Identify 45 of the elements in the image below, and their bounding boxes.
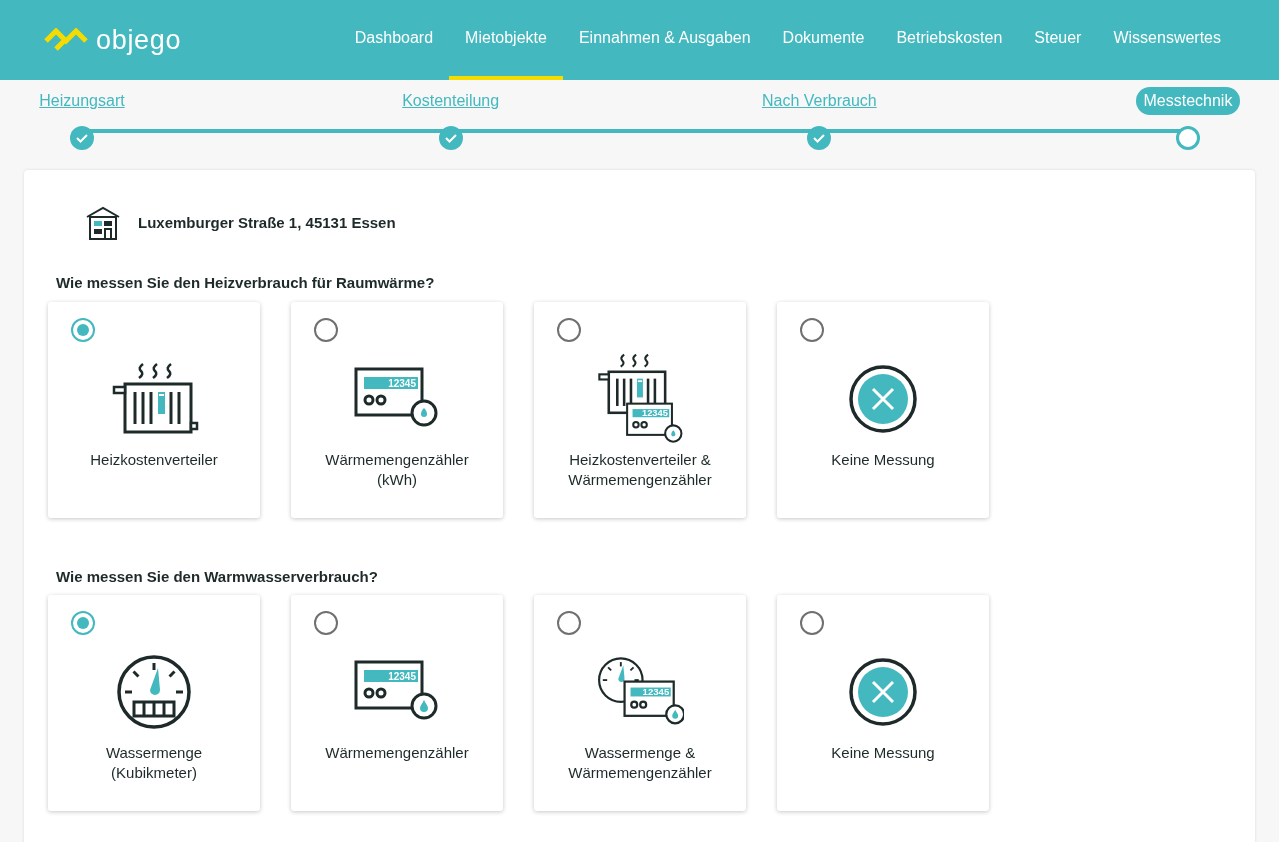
nav-link[interactable]: Wissenswertes — [1097, 0, 1237, 80]
question-heading: Wie messen Sie den Warmwasserverbrauch? — [55, 566, 379, 587]
option-card[interactable]: 12345 Wärmemengenzähler — [291, 595, 503, 811]
option-label: Keine Messung — [831, 449, 935, 470]
gauge-meter-drawing: 12345 — [596, 654, 684, 730]
option-label: Wassermenge (Kubikmeter) — [105, 743, 203, 783]
option-card[interactable]: Keine Messung — [777, 595, 989, 811]
step-link[interactable]: Nach Verbrauch — [761, 87, 877, 115]
radio-button[interactable] — [71, 317, 95, 342]
radio-button[interactable] — [314, 317, 338, 342]
option-label: Wärmemengenzähler — [325, 743, 469, 763]
no-measure-drawing — [848, 657, 918, 727]
no-measure-drawing — [848, 363, 918, 434]
nav-link[interactable]: Dokumente — [766, 0, 881, 80]
house-icon — [86, 206, 120, 240]
option-label: Wassermenge & Wärmemengenzähler — [568, 743, 712, 783]
option-card[interactable]: Heizkostenverteiler — [48, 301, 260, 518]
radio-button[interactable] — [800, 611, 824, 635]
nav-link[interactable]: Dashboard — [338, 0, 450, 80]
option-card[interactable]: Keine Messung — [777, 301, 989, 518]
option-card[interactable]: 12345 Wärmemengenzähler (kWh) — [291, 301, 503, 518]
option-card[interactable]: 12345 Heizkostenverteiler & Wärmemengenzähler — [534, 301, 746, 518]
nav-link[interactable]: Betriebskosten — [880, 0, 1019, 80]
option-card[interactable]: 12345 Wassermenge & Wärmemengenzähler — [534, 595, 746, 811]
radio-button[interactable] — [557, 317, 581, 342]
option-label: Heizkostenverteiler — [90, 449, 218, 470]
logo-icon — [44, 28, 88, 52]
radio-button[interactable] — [557, 611, 581, 635]
radiator-meter-drawing: 12345 — [595, 352, 685, 445]
nav-link[interactable]: Mietobjekte — [449, 0, 563, 80]
option-label: Heizkostenverteiler & Wärmemengenzähler — [568, 449, 712, 490]
nav-link[interactable]: Einnahmen & Ausgaben — [562, 0, 767, 80]
brand-name: objego — [96, 23, 182, 57]
nav-link[interactable]: Steuer — [1018, 0, 1098, 80]
step-link[interactable]: Messtechnik — [1135, 87, 1241, 115]
question-heading: Wie messen Sie den Heizverbrauch für Raumwärme? — [55, 273, 436, 293]
step-link[interactable]: Kostenteilung — [402, 87, 500, 115]
option-card[interactable]: Wassermenge (Kubikmeter) — [48, 595, 260, 811]
radio-button[interactable] — [71, 611, 95, 635]
property-address: Luxemburger Straße 1, 45131 Essen — [138, 212, 396, 233]
radio-button[interactable] — [800, 317, 824, 342]
option-label: Wärmemengenzähler (kWh) — [325, 449, 469, 490]
radio-button[interactable] — [314, 611, 338, 635]
step-link[interactable]: Heizungsart — [39, 87, 125, 115]
option-label: Keine Messung — [831, 743, 935, 763]
